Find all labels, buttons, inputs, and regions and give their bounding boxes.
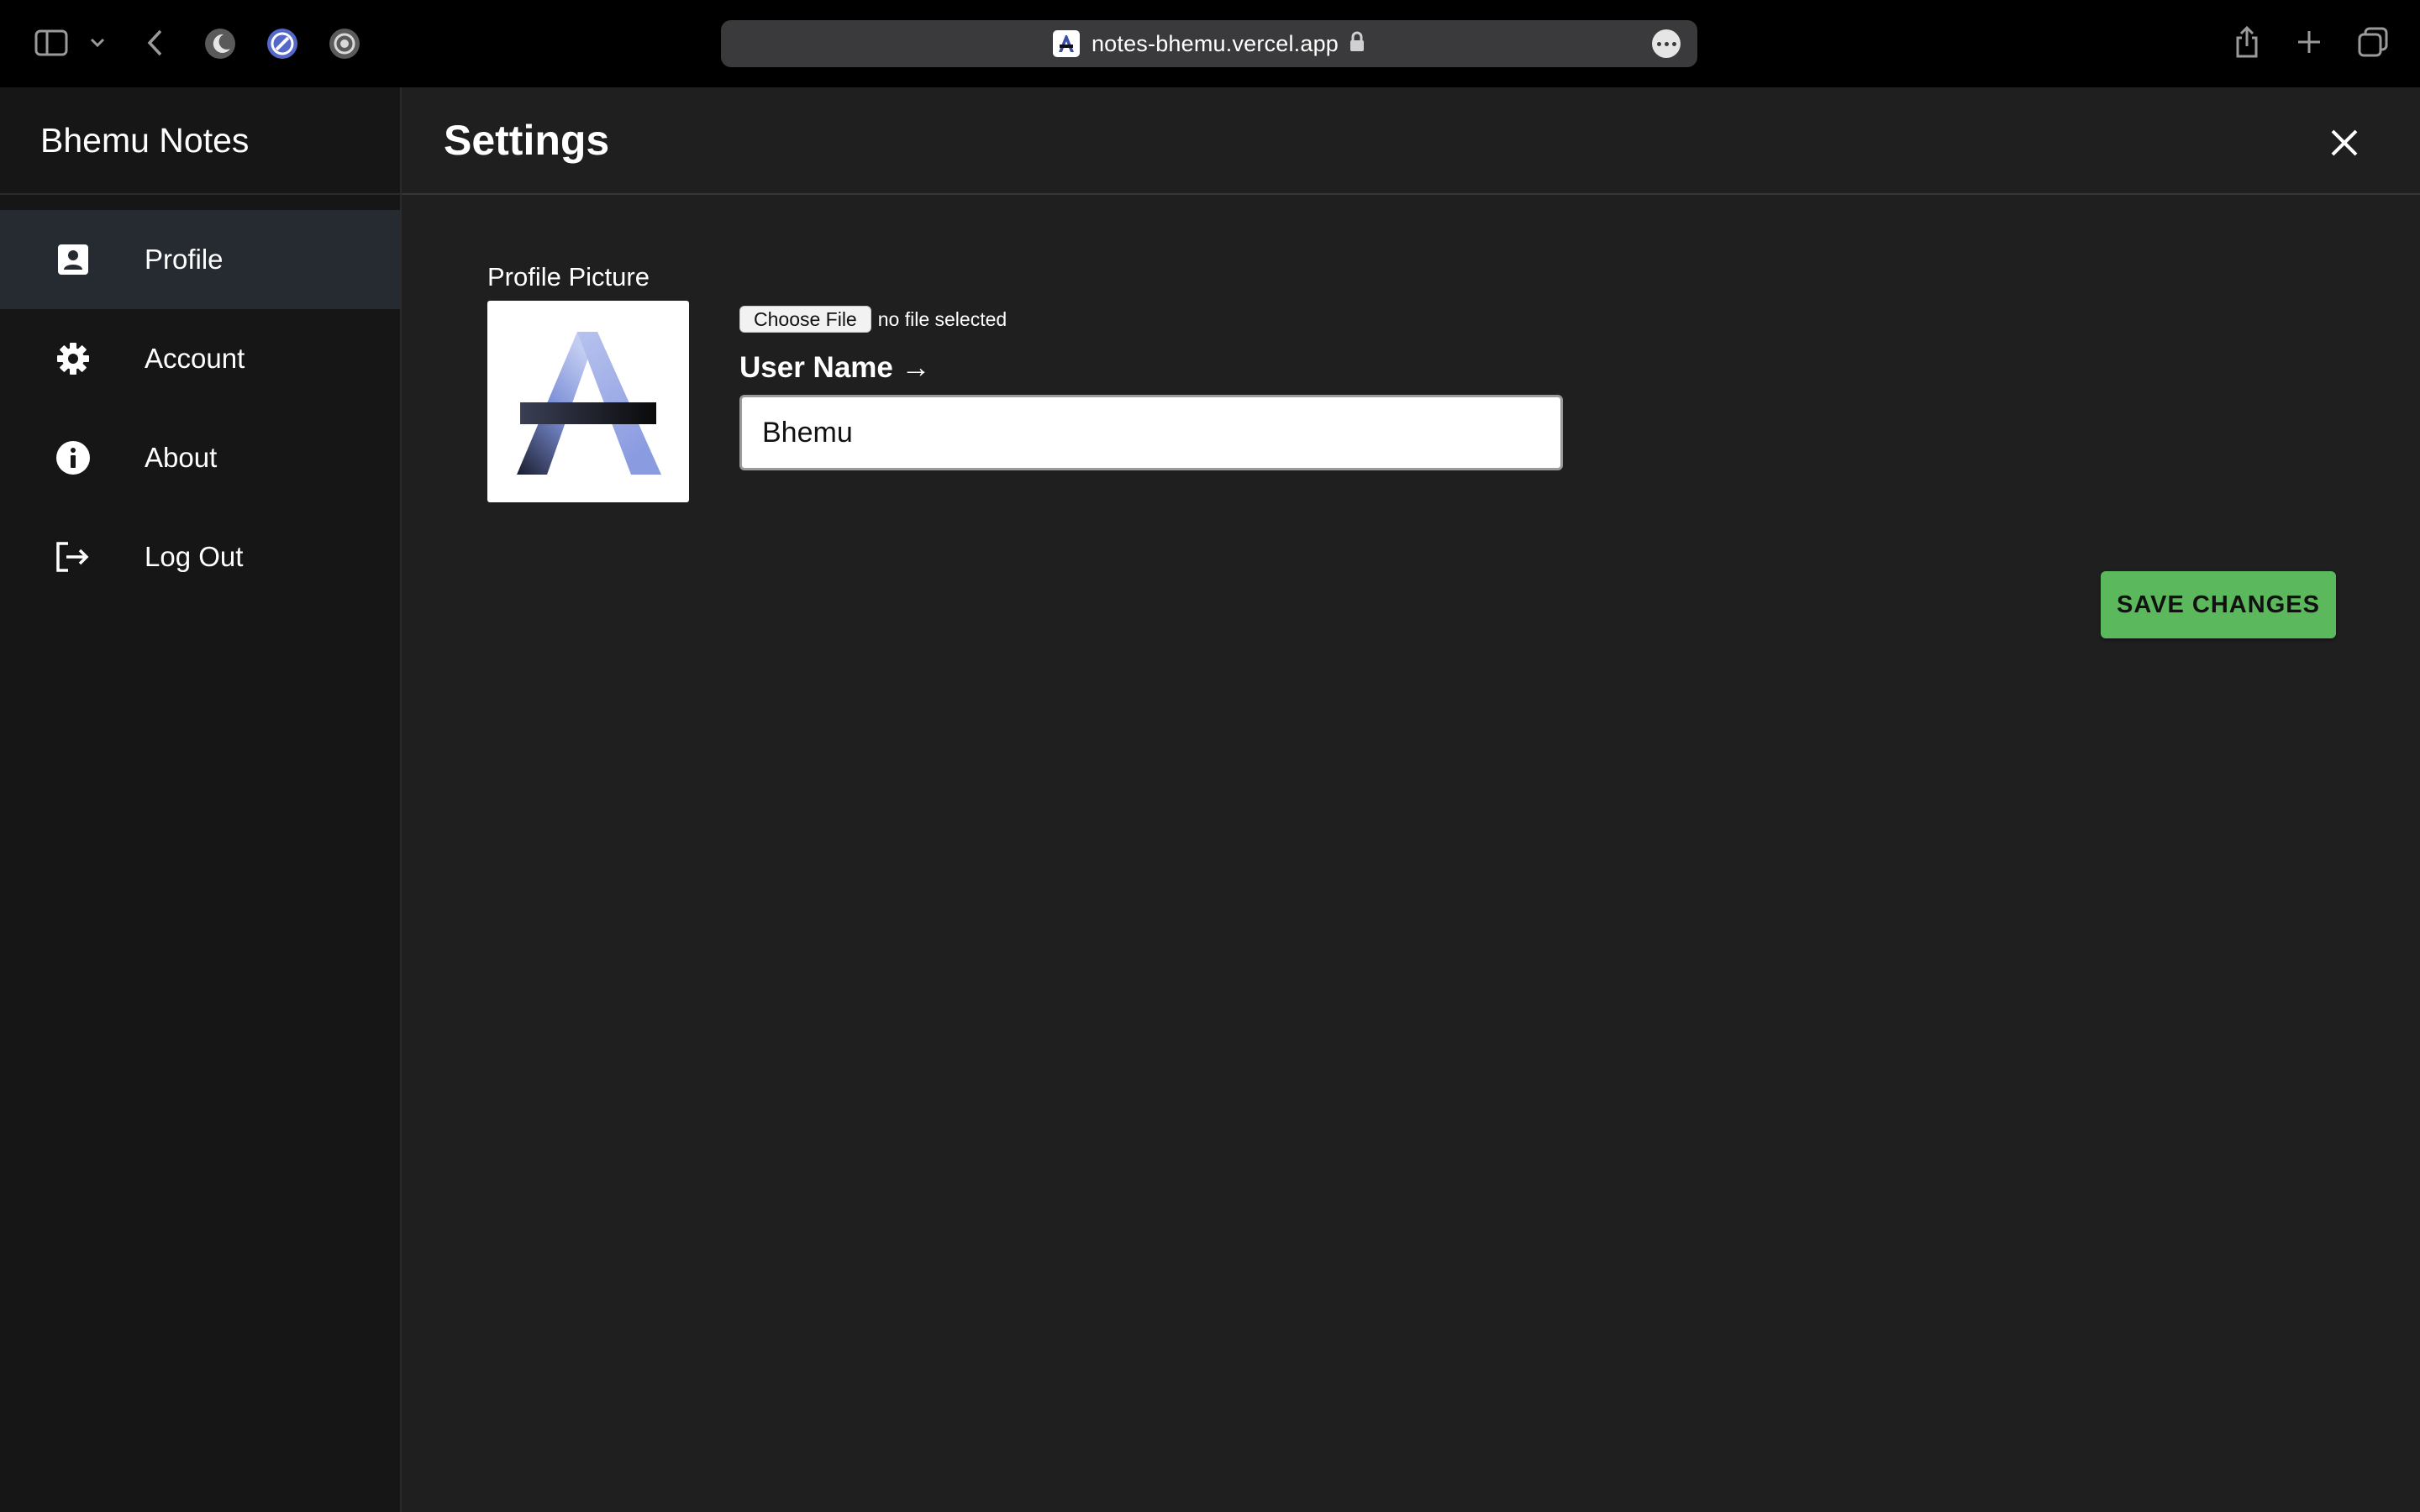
file-picker: Choose File no file selected	[739, 306, 1007, 333]
url-text: notes-bhemu.vercel.app	[1091, 30, 1339, 56]
close-button[interactable]	[2324, 123, 2365, 163]
browser-toolbar: notes-bhemu.vercel.app	[0, 0, 2420, 87]
gear-icon	[54, 339, 92, 378]
settings-header: Settings	[402, 87, 2420, 195]
new-tab-icon[interactable]	[2294, 27, 2324, 57]
username-input[interactable]	[739, 395, 1563, 470]
sidebar-item-account[interactable]: Account	[0, 309, 400, 408]
file-status: no file selected	[877, 307, 1007, 330]
sidebar-item-label: Account	[145, 343, 245, 374]
sidebar-item-label: About	[145, 442, 218, 473]
logout-icon	[54, 538, 92, 576]
profile-picture-label: Profile Picture	[487, 262, 650, 291]
compass-extension-icon[interactable]	[266, 27, 299, 60]
sidebar-divider	[0, 193, 400, 195]
info-icon	[54, 438, 92, 477]
sidebar-item-logout[interactable]: Log Out	[0, 507, 400, 606]
avatar[interactable]	[487, 301, 689, 502]
chevron-down-icon[interactable]	[87, 34, 108, 52]
record-extension-icon[interactable]	[328, 27, 361, 60]
profile-icon	[54, 240, 92, 279]
sidebar-item-label: Log Out	[145, 541, 244, 572]
address-bar[interactable]: notes-bhemu.vercel.app	[721, 20, 1697, 67]
settings-panel: Settings Profile Picture Choose File no …	[402, 87, 2420, 1512]
close-icon	[2331, 129, 2358, 156]
sidebar-item-about[interactable]: About	[0, 408, 400, 507]
page-title: Settings	[444, 117, 610, 164]
choose-file-button[interactable]: Choose File	[739, 306, 871, 333]
save-changes-button[interactable]: SAVE CHANGES	[2101, 571, 2336, 638]
site-favicon	[1052, 30, 1080, 57]
settings-nav: Profile Account About Log Out	[0, 210, 400, 606]
app-title: Bhemu Notes	[40, 121, 250, 160]
avatar-logo-icon	[517, 332, 661, 475]
sidebar-toggle-icon[interactable]	[34, 29, 69, 57]
tab-overview-icon[interactable]	[2356, 25, 2390, 59]
sidebar: Bhemu Notes Profile Account About Log Ou…	[0, 87, 402, 1512]
more-icon[interactable]	[1652, 29, 1681, 58]
username-label: User Name →	[739, 351, 931, 384]
dark-mode-extension-icon[interactable]	[203, 27, 237, 60]
sidebar-item-label: Profile	[145, 244, 224, 275]
lock-icon	[1349, 31, 1365, 57]
sidebar-item-profile[interactable]: Profile	[0, 210, 400, 309]
back-arrow-icon[interactable]	[141, 27, 168, 59]
share-icon[interactable]	[2232, 24, 2262, 60]
